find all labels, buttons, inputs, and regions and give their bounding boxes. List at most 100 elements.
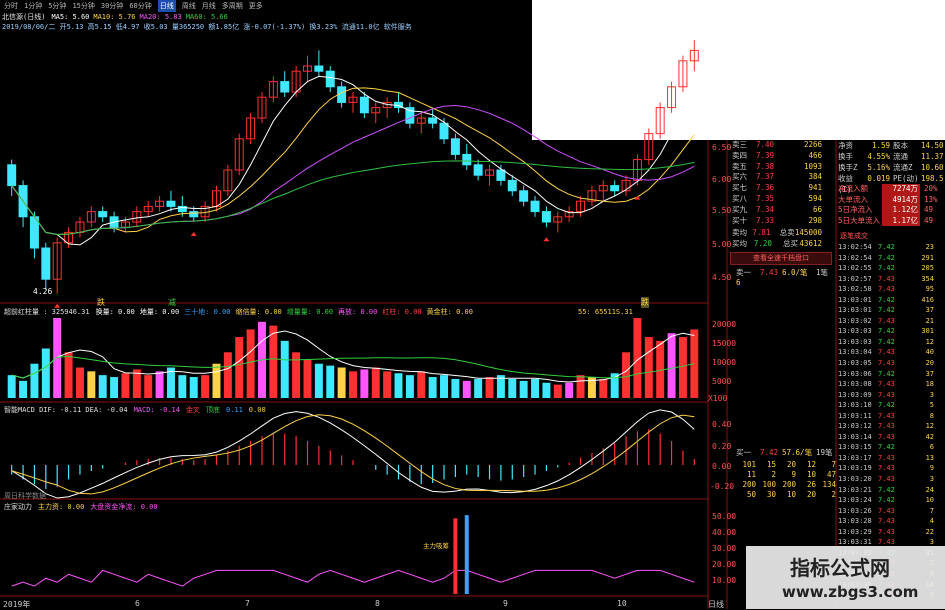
period-tab[interactable]: 多周期 (222, 0, 243, 12)
capital-title: 庄家动力 (4, 503, 32, 511)
tick-row: 13:03:21 7.42 24 (838, 485, 945, 496)
tick-row: 13:03:12 7.43 12 (838, 421, 945, 432)
capital-line (11, 569, 695, 587)
volume-bar (542, 382, 551, 398)
candle-body (450, 138, 460, 155)
depth-queue-cell: 30 (766, 490, 776, 499)
tick-time: 13:03:05 (838, 359, 872, 368)
period-tab[interactable]: 30分钟 (101, 0, 123, 12)
tick-volume: 416 (921, 295, 934, 304)
view-full-depth-button[interactable]: 查看全速千档盘口 (730, 252, 832, 265)
watermark-url: www.zbgs3.com (782, 583, 919, 601)
summary-value: 10.60 (921, 163, 944, 172)
macd-item: 金叉 (185, 406, 200, 414)
bar-info-row: 2019/08/06/二 开5.13 高5.15 低4.97 收5.03 量36… (2, 23, 412, 32)
order-book-row[interactable]: 买六 7.37 384 (732, 172, 822, 183)
volume-title: 超前红柱量 : 325946.31 (4, 308, 90, 316)
macd-tick: 0.00 (712, 462, 732, 471)
sell-average-row: 卖均 7.81 总卖 145000 (732, 228, 822, 239)
tick-time: 13:03:09 (838, 390, 872, 399)
period-tab[interactable]: 5分钟 (48, 0, 66, 12)
depth-queue-cell: 11 (746, 470, 756, 479)
tick-price: 7.43 (878, 475, 895, 484)
period-tab[interactable]: 分时 (4, 0, 18, 12)
volume-bar (246, 329, 255, 398)
depth-queue-cell: 47 (826, 470, 836, 479)
tick-row: 13:03:04 7.43 40 (838, 347, 945, 358)
ma-legend-item: MA5: 5.60 (51, 13, 90, 21)
order-level-volume: 298 (808, 215, 822, 225)
depth-sell-size: 6.0/笔 (782, 268, 808, 277)
order-book-row[interactable]: 买九 7.34 66 (732, 205, 822, 216)
total-sell-value: 145000 (794, 228, 822, 237)
depth-queue-cell: 9 (791, 470, 796, 479)
macd-item: 顶底 (205, 406, 220, 414)
period-tab[interactable]: 周线 (182, 0, 196, 12)
kline-chart-canvas[interactable] (0, 0, 945, 609)
tick-price: 7.43 (878, 380, 895, 389)
period-tab[interactable]: 1分钟 (24, 0, 42, 12)
order-book-row[interactable]: 买七 7.36 941 (732, 183, 822, 194)
depth-buy-size: 57.6/笔 (782, 448, 813, 457)
summary-value: 4.55% (867, 152, 890, 161)
volume-bar (144, 375, 153, 398)
tick-price: 7.43 (878, 527, 895, 536)
tick-row: 13:02:58 7.43 95 (838, 284, 945, 295)
tick-row: 13:03:06 7.42 37 (838, 369, 945, 380)
tick-time: 13:03:28 (838, 517, 872, 526)
tick-price: 7.42 (878, 369, 895, 378)
order-book-row[interactable]: 买十 7.33 298 (732, 216, 822, 227)
candle-body (530, 200, 540, 213)
tick-price: 7.43 (878, 316, 895, 325)
volume-legend-item: 再放: 0.00 (338, 308, 378, 316)
price-tick: 6.00 (712, 175, 732, 184)
volume-bar (314, 363, 323, 398)
volume-bar (678, 337, 687, 398)
candle-body (462, 153, 472, 166)
depth-queue-cell: 12 (806, 460, 816, 469)
capital-spike-bar (453, 518, 458, 594)
period-tab[interactable]: 日线 (157, 0, 176, 12)
depth-queue-cell: 2 (831, 490, 836, 499)
volume-bar (30, 363, 39, 398)
tick-volume: 291 (921, 253, 934, 262)
candle-body (507, 179, 517, 192)
order-book-row[interactable]: 卖五 7.38 1093 (732, 162, 822, 173)
depth-queue-cell: 20 (806, 490, 816, 499)
volume-bar (405, 375, 414, 398)
tick-time: 13:03:26 (838, 506, 872, 515)
capital-tick: 40.00 (712, 528, 737, 537)
period-tab[interactable]: 60分钟 (129, 0, 151, 12)
period-tab[interactable]: 更多 (249, 0, 263, 12)
watermark: 指标公式网 www.zbgs3.com (746, 546, 945, 609)
order-book-row[interactable]: 买八 7.35 594 (732, 194, 822, 205)
depth-queue-cell: 15 (766, 460, 776, 469)
flow-percent: 13% (924, 194, 938, 204)
order-level-price: 7.37 (756, 172, 775, 182)
order-level-label: 买七 (732, 183, 747, 193)
price-tick: 4.50 (712, 273, 732, 282)
order-level-price: 7.39 (756, 150, 775, 160)
summary-row: 收益(I) 0.019 PE(动) 198.5 (838, 173, 945, 194)
period-tab[interactable]: 15分钟 (72, 0, 94, 12)
tick-row: 13:03:19 7.43 9 (838, 463, 945, 474)
tick-time: 13:03:02 (838, 316, 872, 325)
period-tab[interactable]: 月线 (202, 0, 216, 12)
capital-legend-items: 主力资: 0.00 大盘资金净流: 0.00 (38, 503, 158, 512)
tick-volume: 354 (921, 274, 934, 283)
tick-price: 7.42 (878, 337, 895, 346)
flow-key: 5日大单流入 (838, 215, 881, 225)
candle-body (473, 164, 483, 176)
candle-body (359, 96, 369, 114)
order-level-label: 买八 (732, 193, 747, 203)
order-book-row[interactable]: 卖四 7.39 466 (732, 151, 822, 162)
tick-price: 7.42 (878, 264, 895, 273)
volume-bar (292, 352, 301, 398)
tick-volume: 21 (925, 316, 934, 325)
order-book-row[interactable]: 卖三 7.40 2266 (732, 140, 822, 151)
tick-time: 13:03:11 (838, 411, 872, 420)
volume-bar (64, 352, 73, 398)
buy-average-price: 7.20 (753, 238, 772, 248)
candle-body (98, 211, 108, 218)
buy-signal-arrow (190, 232, 197, 236)
